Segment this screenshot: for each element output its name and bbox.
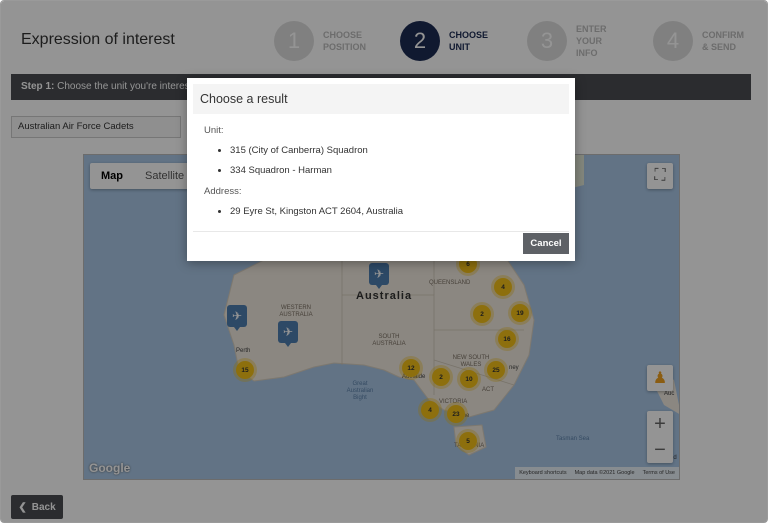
cancel-button[interactable]: Cancel [523,233,569,254]
address-label: Address: [204,186,242,197]
unit-result-item[interactable]: 315 (City of Canberra) Squadron [230,145,554,156]
address-list: 29 Eyre St, Kingston ACT 2604, Australia [204,206,554,217]
dialog-body: Unit: 315 (City of Canberra) Squadron 33… [204,125,554,227]
dialog-title: Choose a result [193,84,569,114]
app-frame: Expression of interest 1 CHOOSE POSITION … [0,0,768,523]
address-result-item[interactable]: 29 Eyre St, Kingston ACT 2604, Australia [230,206,554,217]
dialog-divider [193,231,569,232]
unit-label: Unit: [204,125,224,136]
choose-result-dialog: Choose a result Unit: 315 (City of Canbe… [187,78,575,261]
unit-result-item[interactable]: 334 Squadron - Harman [230,165,554,176]
unit-list: 315 (City of Canberra) Squadron 334 Squa… [204,145,554,176]
